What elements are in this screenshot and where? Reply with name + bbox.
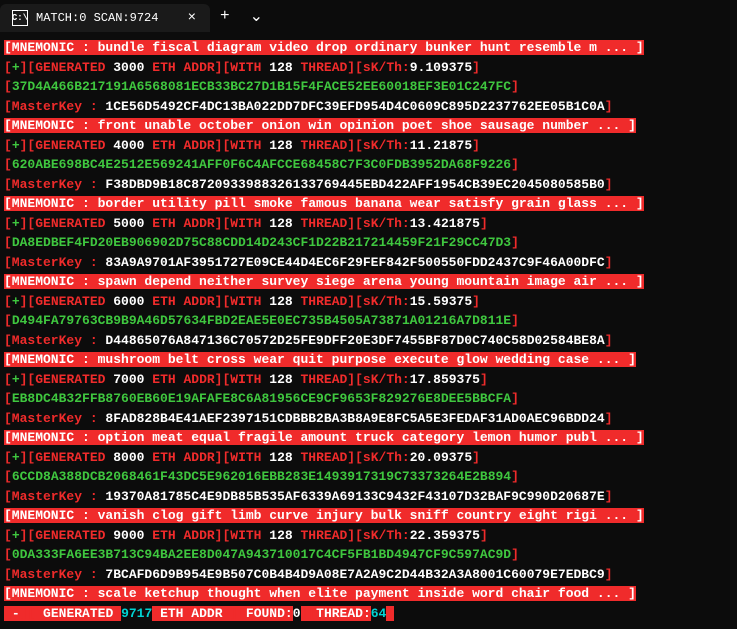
terminal-output: [MNEMONIC : bundle fiscal diagram video … [0,32,737,629]
active-tab[interactable]: C:\ MATCH:0 SCAN:9724 × [0,4,210,32]
terminal-icon: C:\ [12,10,28,26]
tab-title: MATCH:0 SCAN:9724 [36,11,178,25]
tab-dropdown-button[interactable]: ⌄ [240,0,273,32]
new-tab-button[interactable]: + [210,0,240,32]
close-tab-button[interactable]: × [186,8,198,28]
window-titlebar: C:\ MATCH:0 SCAN:9724 × + ⌄ [0,0,737,32]
